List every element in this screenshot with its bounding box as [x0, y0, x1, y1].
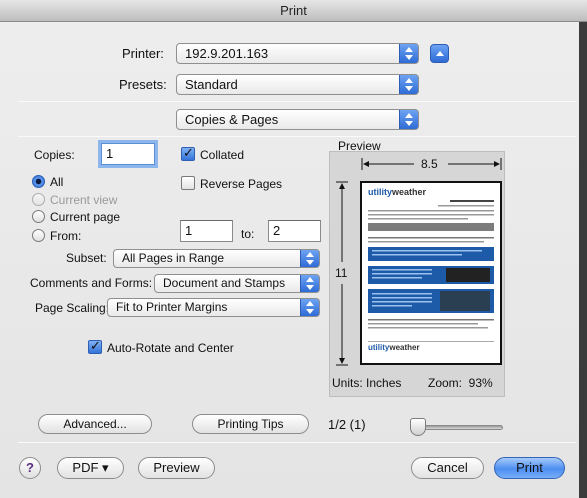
subset-value: All Pages in Range [122, 251, 225, 265]
range-current-view-radio [32, 193, 45, 206]
page-scaling-select[interactable]: Fit to Printer Margins [107, 298, 320, 317]
height-label: 11 [335, 266, 348, 280]
thumbnail-content [368, 200, 494, 342]
copies-label: Copies: [34, 148, 75, 162]
page-scaling-label: Page Scaling: [35, 301, 110, 315]
background-window-edge [579, 22, 587, 498]
divider [18, 101, 576, 102]
range-from-label: From: [50, 229, 82, 243]
page-slider-track[interactable] [415, 425, 503, 430]
preview-panel: 8.5 11 utilityweather utilityweather [329, 151, 505, 397]
popup-arrows-icon [399, 75, 418, 94]
printing-tips-button[interactable]: Printing Tips [192, 414, 309, 434]
thumbnail-footer-part-a: utility [368, 343, 390, 352]
advanced-button[interactable]: Advanced... [38, 414, 152, 434]
comments-forms-select[interactable]: Document and Stamps [154, 274, 320, 293]
range-all-radio[interactable] [32, 175, 45, 188]
page-slider-knob[interactable] [410, 418, 426, 436]
help-button[interactable]: ? [19, 457, 41, 479]
zoom-label: Zoom: 93% [428, 376, 493, 390]
subset-select[interactable]: All Pages in Range [113, 249, 320, 268]
popup-arrows-icon [399, 110, 418, 129]
printer-select[interactable]: 192.9.201.163 [176, 43, 419, 64]
copies-field[interactable]: 1 [101, 143, 155, 165]
reverse-pages-label: Reverse Pages [200, 177, 283, 191]
range-all-label: All [50, 175, 64, 189]
disclosure-triangle-button[interactable] [430, 44, 449, 63]
thumbnail-footer-part-b: weather [389, 343, 420, 352]
popup-arrows-icon [399, 44, 418, 63]
preview-button[interactable]: Preview [138, 457, 215, 479]
divider [18, 442, 576, 443]
to-label: to: [241, 227, 255, 241]
auto-rotate-label: Auto-Rotate and Center [107, 341, 234, 355]
comments-forms-label: Comments and Forms: [30, 276, 153, 290]
comments-forms-value: Document and Stamps [163, 276, 286, 290]
collated-label: Collated [200, 148, 245, 162]
pdf-menu-button[interactable]: PDF ▾ [57, 457, 124, 479]
presets-value: Standard [185, 77, 238, 92]
range-current-page-label: Current page [50, 210, 121, 224]
reverse-pages-checkbox[interactable] [181, 176, 195, 190]
popup-arrows-icon [300, 250, 319, 267]
print-dialog: Print Printer: 192.9.201.163 Presets: St… [0, 0, 587, 498]
page-indicator: 1/2 (1) [328, 417, 366, 432]
popup-arrows-icon [300, 299, 319, 316]
units-label: Units: Inches [332, 376, 402, 390]
print-button[interactable]: Print [494, 457, 565, 479]
page-thumbnail: utilityweather utilityweather [360, 181, 502, 365]
auto-rotate-checkbox[interactable] [88, 338, 102, 354]
to-page-field[interactable]: 2 [268, 220, 321, 242]
collated-checkbox[interactable] [181, 145, 195, 161]
presets-select[interactable]: Standard [176, 74, 419, 95]
divider [18, 136, 576, 137]
cancel-button[interactable]: Cancel [411, 457, 484, 479]
width-label: 8.5 [421, 157, 438, 171]
from-page-field[interactable]: 1 [180, 220, 233, 242]
printer-label: Printer: [122, 46, 164, 61]
section-value: Copies & Pages [185, 112, 279, 127]
page-scaling-value: Fit to Printer Margins [116, 300, 228, 314]
range-from-radio[interactable] [32, 229, 45, 242]
popup-arrows-icon [300, 275, 319, 292]
range-current-page-radio[interactable] [32, 210, 45, 223]
presets-label: Presets: [119, 77, 167, 92]
section-select[interactable]: Copies & Pages [176, 109, 419, 130]
subset-label: Subset: [66, 251, 107, 265]
window-title: Print [0, 0, 587, 22]
range-current-view-label: Current view [50, 193, 118, 207]
printer-value: 192.9.201.163 [185, 46, 269, 61]
thumbnail-footer-logo: utilityweather [368, 343, 420, 352]
